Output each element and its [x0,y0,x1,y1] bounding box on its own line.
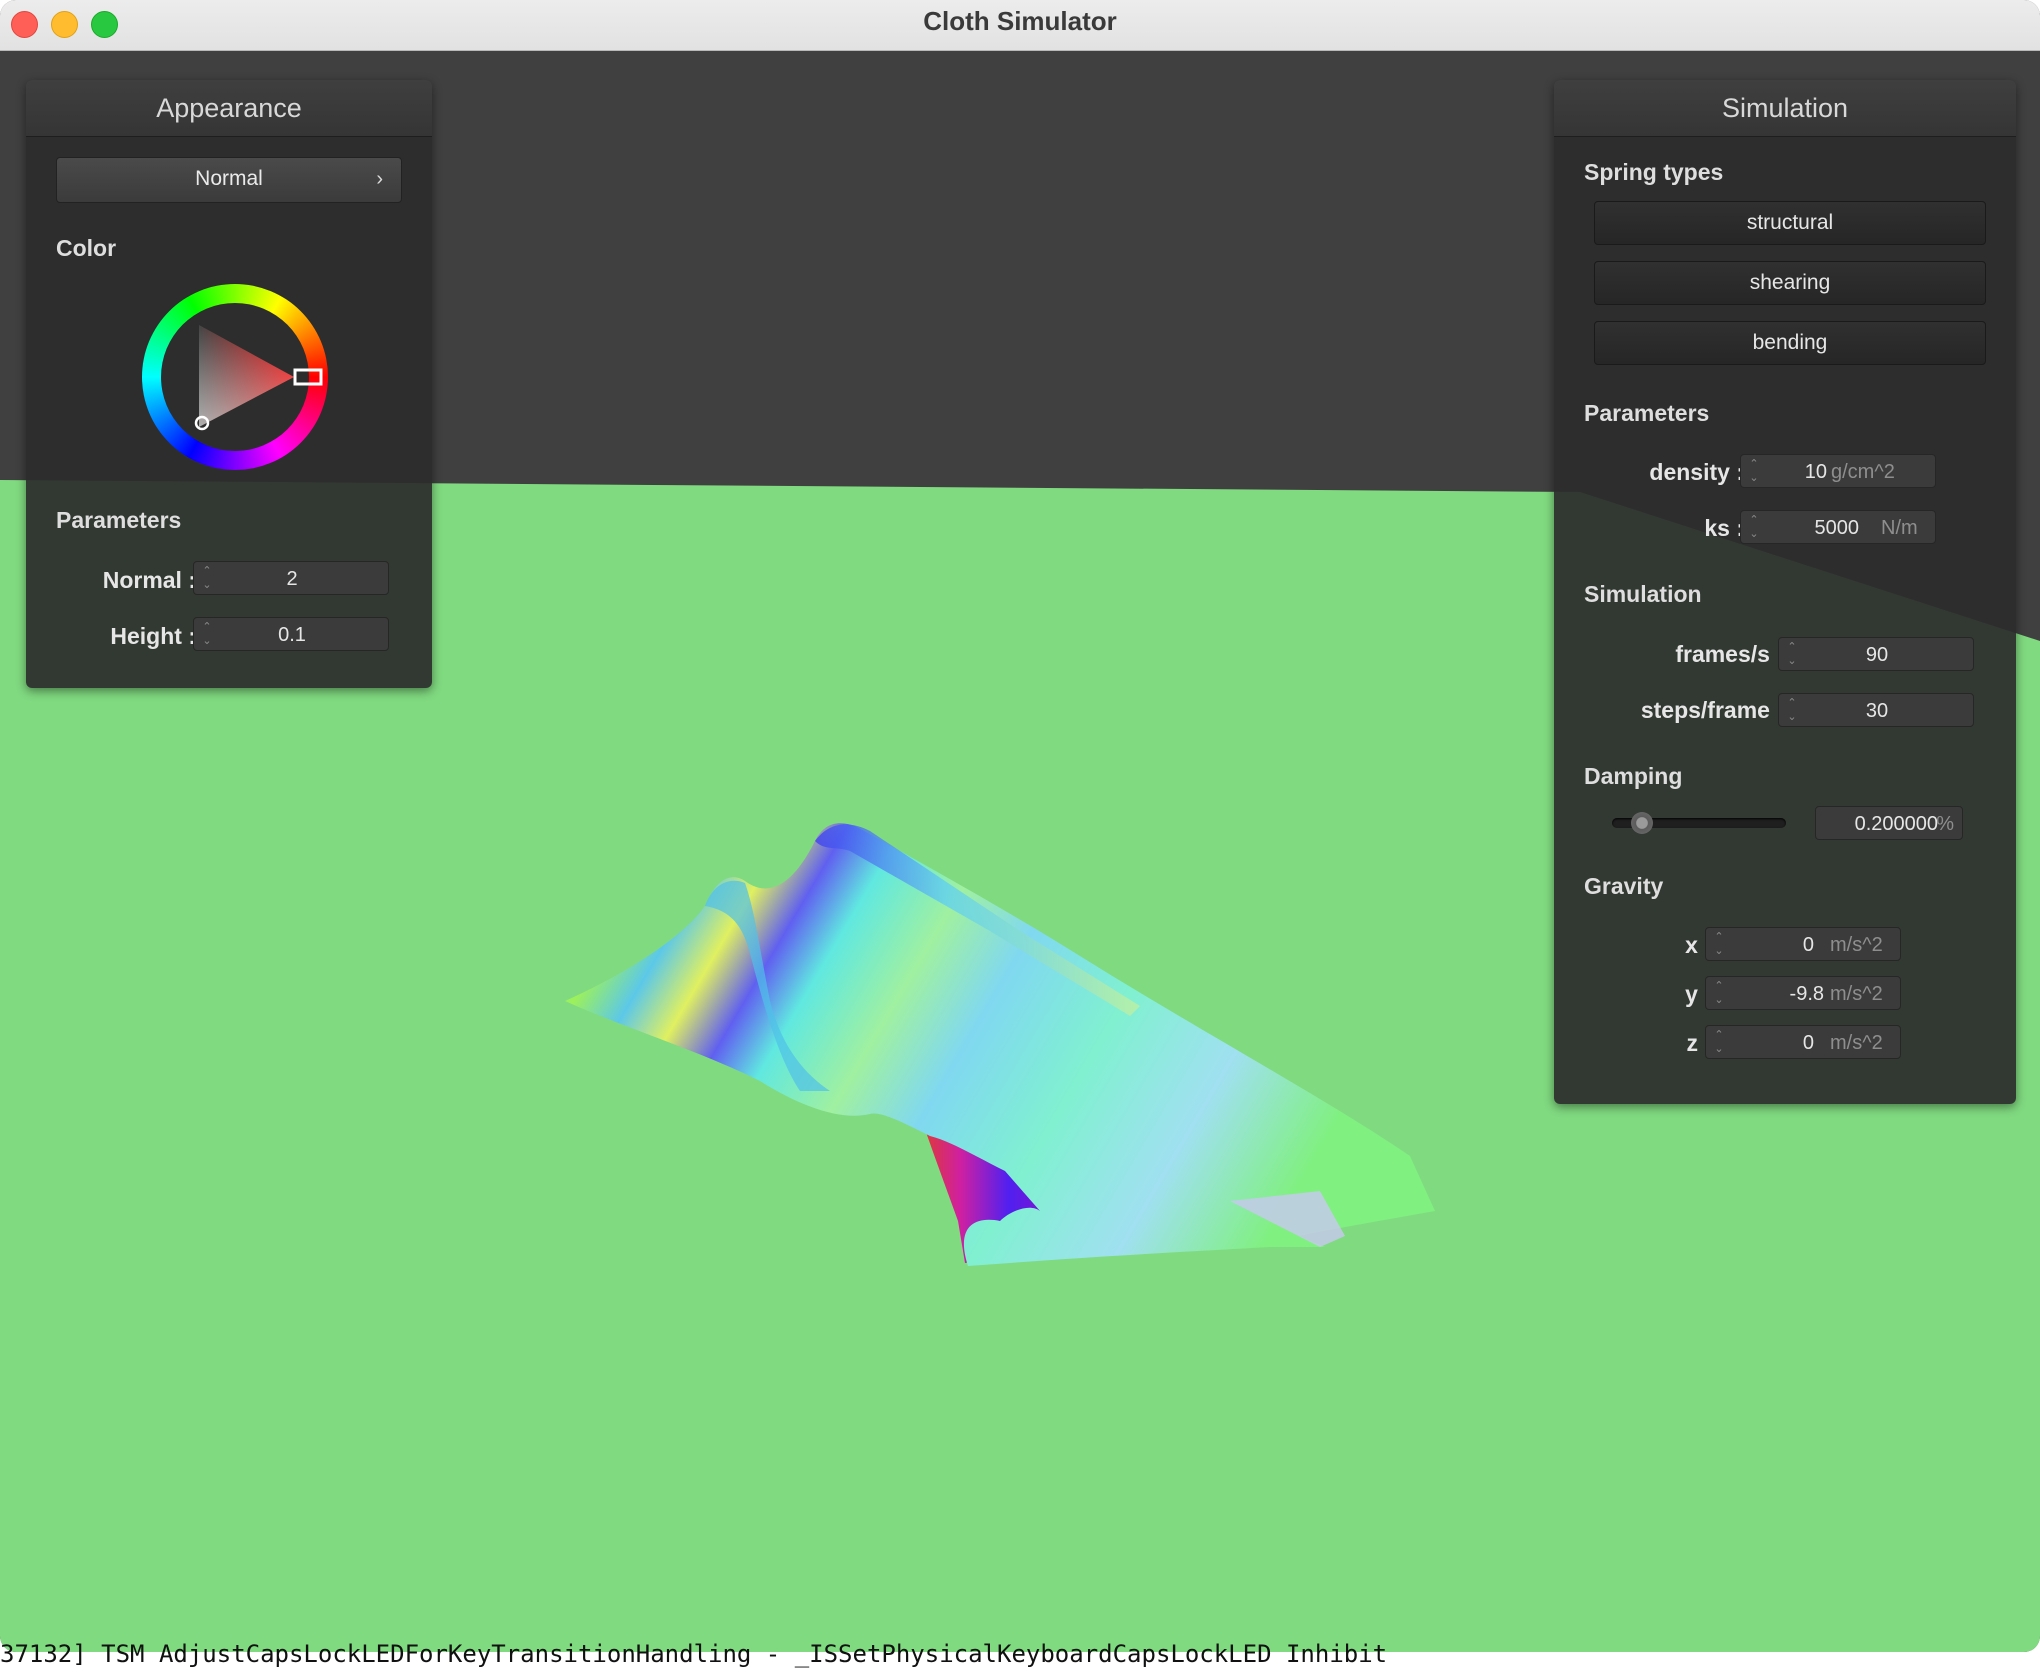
normal-label: Normal : [102,567,196,593]
structural-button[interactable]: structural [1594,201,1986,245]
ks-label: ks : [1704,515,1744,541]
gravity-z-label: z : [1686,1030,1712,1056]
fps-input[interactable]: ⌃ ⌄ 90 [1778,637,1974,671]
normal-input[interactable]: ⌃ ⌄ 2 [193,561,389,595]
gravity-x-label: x : [1685,932,1712,958]
density-label: density : [1649,459,1744,485]
appearance-panel-header[interactable]: Appearance [26,80,432,137]
height-input[interactable]: ⌃ ⌄ 0.1 [193,617,389,651]
damping-unit: % [1936,813,1954,835]
appearance-panel: Appearance Normal › Color Parameters Nor… [26,80,432,688]
bending-button[interactable]: bending [1594,321,1986,365]
stepper-icon[interactable]: ⌃ ⌄ [1712,1026,1726,1060]
window-title: Cloth Simulator [923,6,1117,36]
damping-label: Damping [1584,763,1683,789]
fps-label: frames/s : [1675,641,1784,667]
ks-unit: N/m [1881,517,1918,539]
gravity-x-value: 0 [1802,934,1814,956]
ks-input[interactable]: ⌃ ⌄ 5000 N/m [1740,510,1936,544]
gravity-x-input[interactable]: ⌃ ⌄ 0 m/s^2 [1705,927,1901,961]
simulation-section-label: Simulation [1584,581,1702,607]
stepper-icon[interactable]: ⌃ ⌄ [1712,977,1726,1011]
ks-value: 5000 [1814,517,1860,539]
gravity-y-value: -9.8 [1789,983,1824,1005]
shearing-button[interactable]: shearing [1594,261,1986,305]
simulation-panel: Simulation Spring types structural shear… [1554,80,2016,1104]
density-value: 10 [1804,461,1827,483]
stepper-icon[interactable]: ⌃ ⌄ [1712,928,1726,962]
color-wheel[interactable] [142,284,328,470]
hue-picker-handle[interactable] [293,368,323,386]
fps-value: 90 [1865,644,1889,666]
gravity-x-unit: m/s^2 [1830,934,1883,956]
damping-slider-knob[interactable] [1631,812,1654,834]
shader-dropdown[interactable]: Normal › [56,157,402,203]
stepper-icon[interactable]: ⌃ ⌄ [1747,511,1761,545]
steps-input[interactable]: ⌃ ⌄ 30 [1778,693,1974,727]
damping-input[interactable]: 0.200000 % [1815,806,1963,840]
appearance-parameters-label: Parameters [56,507,182,533]
saturation-triangle[interactable] [142,284,328,470]
terminal-log-line: 37132] TSM AdjustCapsLockLEDForKeyTransi… [0,1640,1388,1668]
gravity-z-value: 0 [1802,1032,1814,1054]
gravity-y-unit: m/s^2 [1830,983,1883,1005]
height-label: Height : [110,623,196,649]
height-value: 0.1 [278,624,306,646]
normal-value: 2 [286,568,298,590]
density-input[interactable]: ⌃ ⌄ 10 g/cm^2 [1740,454,1936,488]
damping-value: 0.200000 [1854,813,1938,835]
simulation-panel-header[interactable]: Simulation [1554,80,2016,137]
gravity-label: Gravity [1584,873,1664,899]
gravity-z-input[interactable]: ⌃ ⌄ 0 m/s^2 [1705,1025,1901,1059]
color-section-label: Color [56,235,117,261]
gravity-z-unit: m/s^2 [1830,1032,1883,1054]
sim-parameters-label: Parameters [1584,400,1710,426]
shader-dropdown-value: Normal [195,167,263,190]
app-window: Cloth Simulator Appearance Normal › Colo… [0,0,2040,1652]
steps-label: steps/frame : [1640,697,1784,723]
stepper-icon[interactable]: ⌃ ⌄ [1747,455,1761,489]
chevron-right-icon: › [376,168,383,190]
density-unit: g/cm^2 [1831,461,1895,483]
title-bar: Cloth Simulator [0,0,2040,51]
steps-value: 30 [1865,700,1889,722]
spring-types-label: Spring types [1584,159,1724,185]
gravity-y-label: y : [1685,981,1712,1007]
gravity-y-input[interactable]: ⌃ ⌄ -9.8 m/s^2 [1705,976,1901,1010]
